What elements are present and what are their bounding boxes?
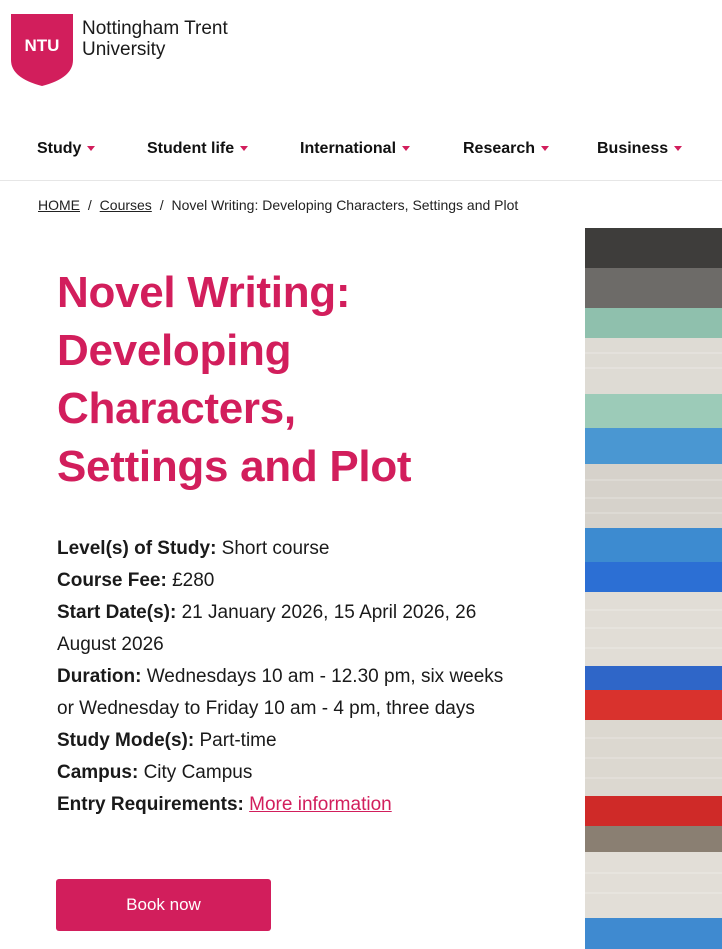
nav-item-study[interactable]: Study <box>37 140 96 158</box>
breadcrumb: HOME / Courses / Novel Writing: Developi… <box>38 197 518 213</box>
detail-value: City Campus <box>138 762 253 783</box>
stacked-books-image <box>585 228 722 949</box>
caret-down-icon <box>674 146 683 152</box>
university-name[interactable]: Nottingham Trent University <box>82 18 228 60</box>
breadcrumb-courses-link[interactable]: Courses <box>100 197 152 213</box>
shield-logo-icon: NTU <box>11 14 73 86</box>
nav-item-label: Study <box>37 140 82 157</box>
caret-down-icon <box>87 146 96 152</box>
breadcrumb-separator: / <box>159 197 164 213</box>
detail-fee: Course Fee: £280 <box>57 565 512 597</box>
nav-item-international[interactable]: International <box>300 140 411 158</box>
detail-label: Entry Requirements: <box>57 794 244 815</box>
detail-label: Level(s) of Study: <box>57 538 217 559</box>
detail-study-mode: Study Mode(s): Part-time <box>57 725 512 757</box>
more-information-link[interactable]: More information <box>249 794 392 815</box>
detail-value: Short course <box>216 538 330 559</box>
site-header: NTU Nottingham Trent University <box>0 0 722 110</box>
breadcrumb-current: Novel Writing: Developing Characters, Se… <box>171 197 519 213</box>
detail-level: Level(s) of Study: Short course <box>57 533 512 565</box>
detail-label: Study Mode(s): <box>57 730 195 751</box>
page-title-line: Characters, <box>57 384 296 433</box>
detail-campus: Campus: City Campus <box>57 757 512 789</box>
detail-value: Part-time <box>194 730 277 751</box>
ntu-logo[interactable]: NTU <box>11 14 73 86</box>
page-title-line: Settings and Plot <box>57 442 412 491</box>
book-now-button[interactable]: Book now <box>56 879 271 931</box>
breadcrumb-separator: / <box>87 197 92 213</box>
detail-label: Duration: <box>57 666 142 687</box>
books-illustration <box>585 228 722 949</box>
nav-item-business[interactable]: Business <box>597 140 683 158</box>
detail-duration: Duration: Wednesdays 10 am - 12.30 pm, s… <box>57 661 512 725</box>
detail-start-dates: Start Date(s): 21 January 2026, 15 April… <box>57 597 512 661</box>
nav-item-label: Business <box>597 140 669 157</box>
page-title-line: Developing <box>57 326 292 375</box>
university-name-line1: Nottingham Trent <box>82 18 228 39</box>
caret-down-icon <box>541 146 550 152</box>
course-details: Level(s) of Study: Short course Course F… <box>57 533 512 821</box>
main-nav: Study Student life International Researc… <box>0 126 722 181</box>
university-name-line2: University <box>82 39 166 60</box>
page-title: Novel Writing: Developing Characters, Se… <box>57 264 527 496</box>
caret-down-icon <box>240 146 249 152</box>
detail-entry-requirements: Entry Requirements: More information <box>57 789 512 821</box>
nav-item-student-life[interactable]: Student life <box>147 140 249 158</box>
detail-label: Course Fee: <box>57 570 167 591</box>
nav-item-label: Research <box>463 140 536 157</box>
detail-label: Start Date(s): <box>57 602 177 623</box>
page-title-line: Novel Writing: <box>57 268 351 317</box>
nav-item-label: Student life <box>147 140 235 157</box>
detail-label: Campus: <box>57 762 139 783</box>
detail-value: £280 <box>166 570 215 591</box>
logo-badge-text: NTU <box>25 36 60 55</box>
breadcrumb-home-link[interactable]: HOME <box>38 197 80 213</box>
caret-down-icon <box>402 146 411 152</box>
nav-item-label: International <box>300 140 397 157</box>
nav-item-research[interactable]: Research <box>463 140 550 158</box>
